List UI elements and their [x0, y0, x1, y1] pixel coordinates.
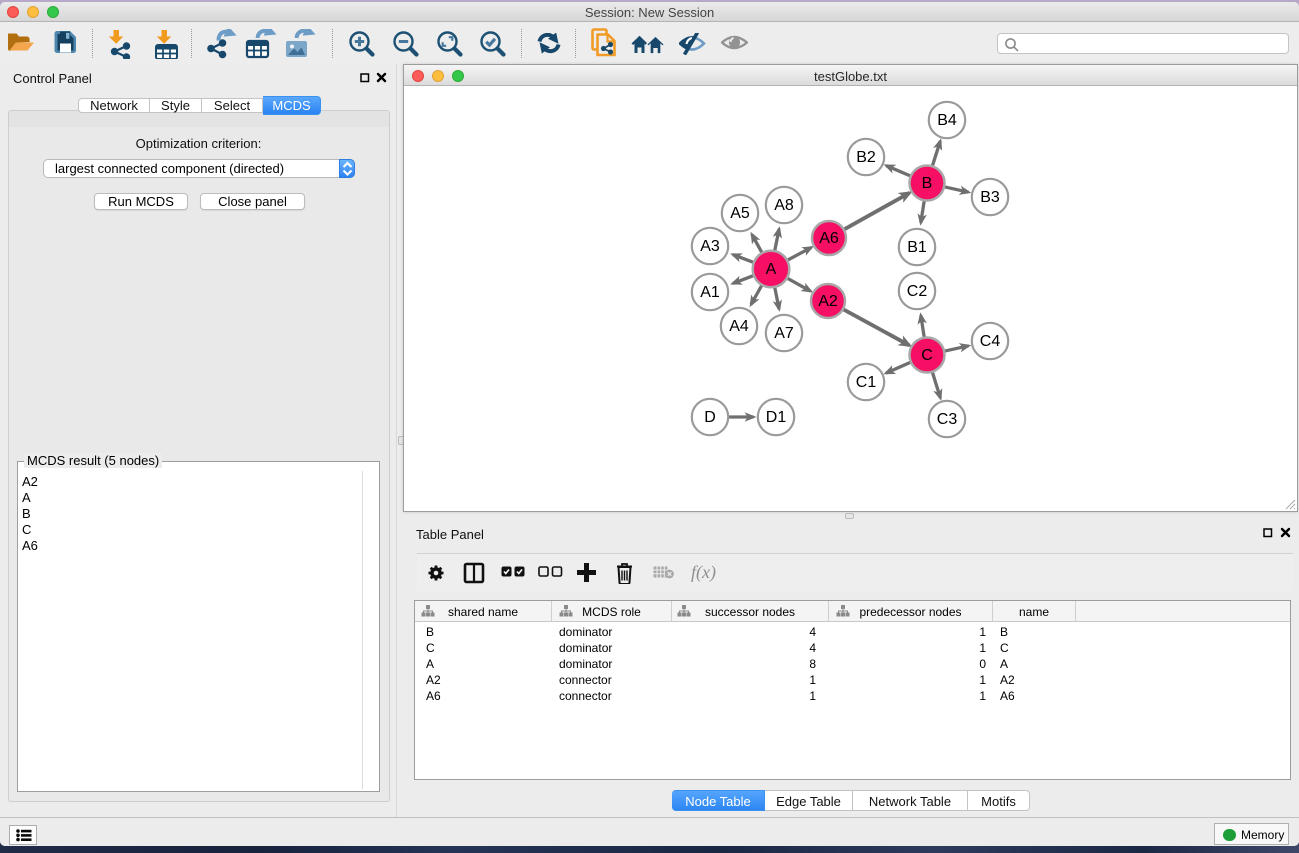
- svg-text:B: B: [922, 175, 933, 192]
- svg-text:C: C: [921, 347, 933, 364]
- svg-text:B3: B3: [980, 189, 1000, 206]
- svg-text:A1: A1: [700, 284, 720, 301]
- svg-text:A6: A6: [819, 230, 839, 247]
- svg-text:A2: A2: [818, 293, 838, 310]
- svg-text:A8: A8: [774, 197, 794, 214]
- svg-text:A4: A4: [729, 318, 749, 335]
- svg-text:B1: B1: [907, 239, 927, 256]
- svg-text:A: A: [766, 261, 777, 278]
- svg-text:C4: C4: [980, 333, 1001, 350]
- svg-text:A3: A3: [700, 238, 720, 255]
- svg-text:D: D: [704, 409, 716, 426]
- svg-text:C2: C2: [907, 283, 928, 300]
- svg-text:C1: C1: [856, 374, 877, 391]
- svg-text:A5: A5: [730, 205, 750, 222]
- svg-text:B2: B2: [856, 149, 876, 166]
- svg-text:A7: A7: [774, 325, 794, 342]
- svg-text:C3: C3: [937, 411, 958, 428]
- svg-text:B4: B4: [937, 112, 957, 129]
- svg-text:D1: D1: [766, 409, 787, 426]
